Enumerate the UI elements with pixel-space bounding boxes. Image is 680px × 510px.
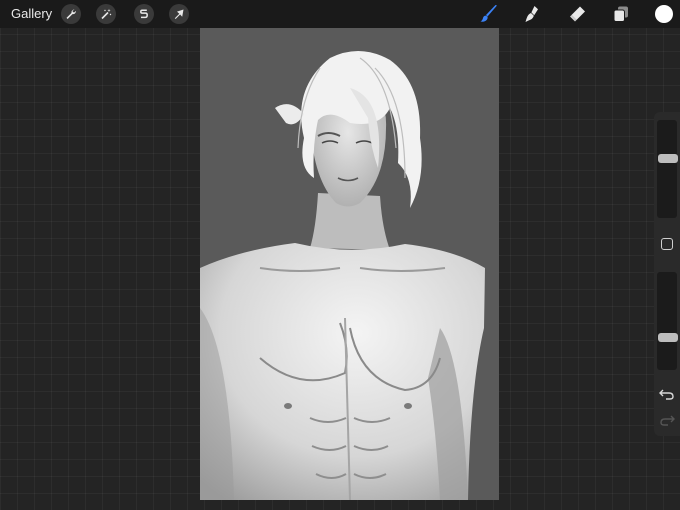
drawing-canvas[interactable]	[200, 28, 499, 500]
selection-button[interactable]	[134, 4, 154, 24]
undo-icon	[659, 389, 674, 400]
eraser-tool[interactable]	[566, 3, 588, 25]
opacity-slider[interactable]	[657, 272, 678, 370]
wrench-icon	[66, 9, 77, 19]
smudge-icon	[525, 6, 538, 22]
brush-size-slider-thumb[interactable]	[658, 154, 678, 163]
magic-wand-icon	[101, 8, 112, 20]
sidebar-panel	[654, 112, 680, 436]
selection-s-icon	[140, 9, 148, 19]
transform-button[interactable]	[169, 4, 189, 24]
actions-button[interactable]	[61, 4, 81, 24]
gallery-button[interactable]: Gallery	[11, 6, 52, 21]
brush-tool[interactable]	[478, 3, 500, 25]
color-picker-swatch[interactable]	[655, 5, 673, 23]
smudge-tool[interactable]	[521, 3, 543, 25]
modify-button[interactable]	[661, 238, 673, 250]
redo-button[interactable]	[658, 413, 676, 427]
artwork-portrait	[200, 28, 499, 500]
opacity-slider-thumb[interactable]	[658, 333, 678, 342]
layers-tool[interactable]	[610, 3, 632, 25]
adjustments-button[interactable]	[96, 4, 116, 24]
layers-icon	[613, 6, 628, 22]
brush-size-slider[interactable]	[657, 120, 678, 218]
undo-button[interactable]	[658, 387, 676, 401]
eraser-icon	[570, 6, 585, 22]
arrow-cursor-icon	[174, 9, 184, 19]
brush-icon	[480, 5, 497, 22]
top-toolbar: Gallery	[0, 0, 680, 28]
redo-icon	[660, 415, 675, 426]
